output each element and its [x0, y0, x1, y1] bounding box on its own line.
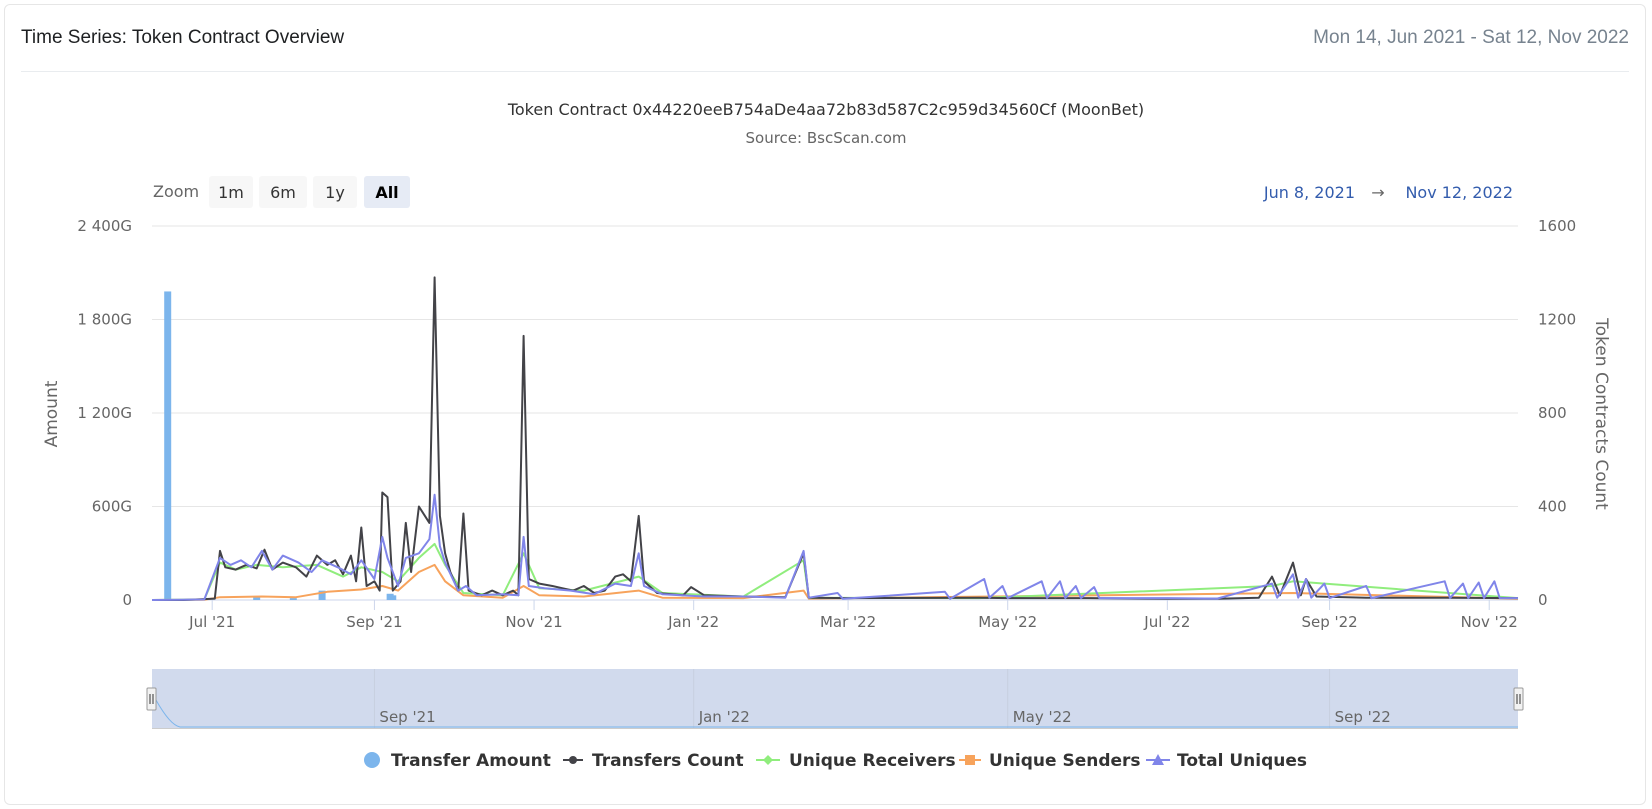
legend-label-transfer-amount: Transfer Amount [391, 751, 551, 771]
range-from-input[interactable]: Jun 8, 2021 [1263, 183, 1355, 202]
zoom-all-label: All [375, 183, 398, 202]
legend-label-total-uniques: Total Uniques [1177, 751, 1307, 771]
navigator-tick-label: May '22 [1013, 708, 1072, 726]
x-tick-label: Sep '22 [1301, 613, 1357, 631]
chart-subtitle: Source: BscScan.com [746, 129, 907, 147]
y-left-tick-label: 1 800G [77, 311, 132, 329]
legend: Transfer Amount Transfers Count Unique R… [364, 751, 1307, 771]
legend-item-total-uniques[interactable]: Total Uniques [1146, 751, 1307, 771]
x-tick-label: Nov '21 [505, 613, 562, 631]
transfer-amount-bar [164, 291, 172, 600]
zoom-all-button[interactable]: All [364, 176, 410, 208]
zoom-6m-button[interactable]: 6m [259, 176, 307, 208]
x-tick-label: Mar '22 [820, 613, 876, 631]
series-line-transfers-count [152, 276, 1519, 601]
transfer-amount-bar [289, 598, 297, 600]
y-right-tick-label: 400 [1538, 498, 1567, 516]
legend-item-transfer-amount[interactable]: Transfer Amount [364, 751, 551, 771]
y-axis-right: 0 400 800 1200 1600 [1538, 217, 1576, 609]
series-line-total-uniques [151, 493, 1518, 601]
legend-label-unique-receivers: Unique Receivers [789, 751, 956, 771]
time-series-chart: Token Contract 0x44220eeB754aDe4aa72b83d… [42, 100, 1611, 771]
y-right-tick-label: 1600 [1538, 217, 1576, 235]
y-axis-left: 0 600G 1 200G 1 800G 2 400G [77, 217, 132, 609]
navigator-left-handle[interactable] [146, 687, 157, 711]
legend-label-transfers-count: Transfers Count [592, 751, 744, 771]
legend-item-transfers-count[interactable]: Transfers Count [563, 751, 744, 771]
x-tick-label: Jul '22 [1143, 613, 1190, 631]
navigator-mask [152, 669, 1518, 728]
y-left-tick-label: 1 200G [77, 404, 132, 422]
zoom-1y-label: 1y [325, 183, 345, 202]
legend-item-unique-receivers[interactable]: Unique Receivers [756, 751, 956, 771]
circle-icon [364, 752, 380, 768]
navigator-tick-label: Jan '22 [698, 708, 750, 726]
y-left-tick-label: 0 [122, 591, 132, 609]
zoom-label: Zoom [153, 182, 199, 201]
legend-label-unique-senders: Unique Senders [989, 751, 1141, 771]
square-marker-icon [965, 755, 975, 765]
x-tick-label: May '22 [978, 613, 1037, 631]
navigator-tick-label: Sep '22 [1335, 708, 1391, 726]
transfer-amount-bar [389, 595, 397, 600]
zoom-1y-button[interactable]: 1y [313, 176, 357, 208]
zoom-1m-button[interactable]: 1m [209, 176, 253, 208]
y-right-tick-label: 1200 [1538, 311, 1576, 329]
grid-lines [152, 225, 1518, 601]
navigator-tick-label: Sep '21 [379, 708, 435, 726]
range-arrow: → [1371, 183, 1384, 202]
y-right-tick-label: 0 [1538, 591, 1548, 609]
x-tick-label: Nov '22 [1461, 613, 1518, 631]
y-axis-right-title: Token Contracts Count [1591, 317, 1611, 510]
y-left-tick-label: 2 400G [77, 217, 132, 235]
transfer-amount-columns [164, 291, 397, 600]
y-left-tick-label: 600G [92, 498, 132, 516]
zoom-1m-label: 1m [218, 183, 244, 202]
legend-item-unique-senders[interactable]: Unique Senders [959, 751, 1141, 771]
navigator-right-handle[interactable] [1513, 687, 1524, 711]
x-tick-label: Jul '21 [188, 613, 235, 631]
x-tick-label: Sep '21 [346, 613, 402, 631]
y-axis-left-title: Amount [42, 380, 62, 447]
x-tick-label: Jan '22 [667, 613, 719, 631]
zoom-6m-label: 6m [270, 183, 296, 202]
navigator[interactable]: Sep '21 Jan '22 May '22 Sep '22 [146, 669, 1524, 729]
circle-marker-icon [569, 756, 577, 764]
series-lines [151, 276, 1519, 601]
range-to-input[interactable]: Nov 12, 2022 [1405, 183, 1513, 202]
y-right-tick-label: 800 [1538, 404, 1567, 422]
diamond-marker-icon [763, 755, 773, 765]
chart-title: Token Contract 0x44220eeB754aDe4aa72b83d… [507, 100, 1144, 119]
x-axis: Jul '21 Sep '21 Nov '21 Jan '22 Mar '22 May '… [188, 600, 1518, 631]
